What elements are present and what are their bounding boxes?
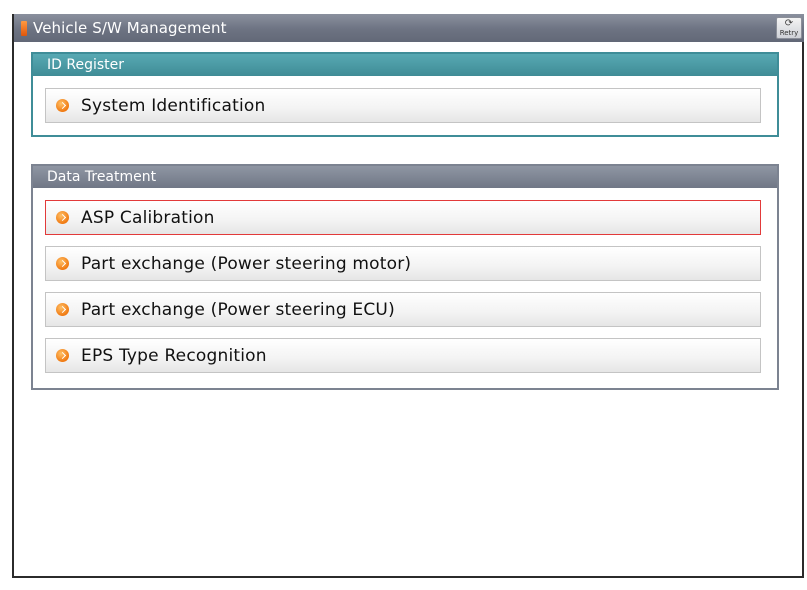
id-register-panel: ID Register System Identification [31,52,779,137]
app-window: Vehicle S/W Management ⟳ Retry ID Regist… [12,14,804,578]
orange-arrow-bullet-icon [56,257,69,270]
window-title: Vehicle S/W Management [33,19,227,37]
refresh-icon: ⟳ [784,18,794,29]
orange-arrow-bullet-icon [56,349,69,362]
title-marker-icon [21,20,27,36]
orange-arrow-bullet-icon [56,99,69,112]
menu-item-label: Part exchange (Power steering motor) [81,253,412,274]
menu-item-label: System Identification [81,95,266,116]
menu-item-asp-calibration[interactable]: ASP Calibration [45,200,761,235]
menu-item-eps-type-recognition[interactable]: EPS Type Recognition [45,338,761,373]
orange-arrow-bullet-icon [56,303,69,316]
menu-item-label: EPS Type Recognition [81,345,267,366]
menu-item-part-exchange-ecu[interactable]: Part exchange (Power steering ECU) [45,292,761,327]
orange-arrow-bullet-icon [56,211,69,224]
menu-item-system-identification[interactable]: System Identification [45,88,761,123]
menu-item-part-exchange-motor[interactable]: Part exchange (Power steering motor) [45,246,761,281]
id-register-header: ID Register [33,54,777,76]
menu-item-label: Part exchange (Power steering ECU) [81,299,395,320]
title-bar: Vehicle S/W Management ⟳ Retry [14,14,804,42]
retry-button-label: Retry [779,29,799,37]
menu-item-label: ASP Calibration [81,207,215,228]
data-treatment-panel: Data Treatment ASP Calibration Part exch… [31,164,779,390]
retry-button[interactable]: ⟳ Retry [776,17,802,39]
data-treatment-header: Data Treatment [33,166,777,188]
